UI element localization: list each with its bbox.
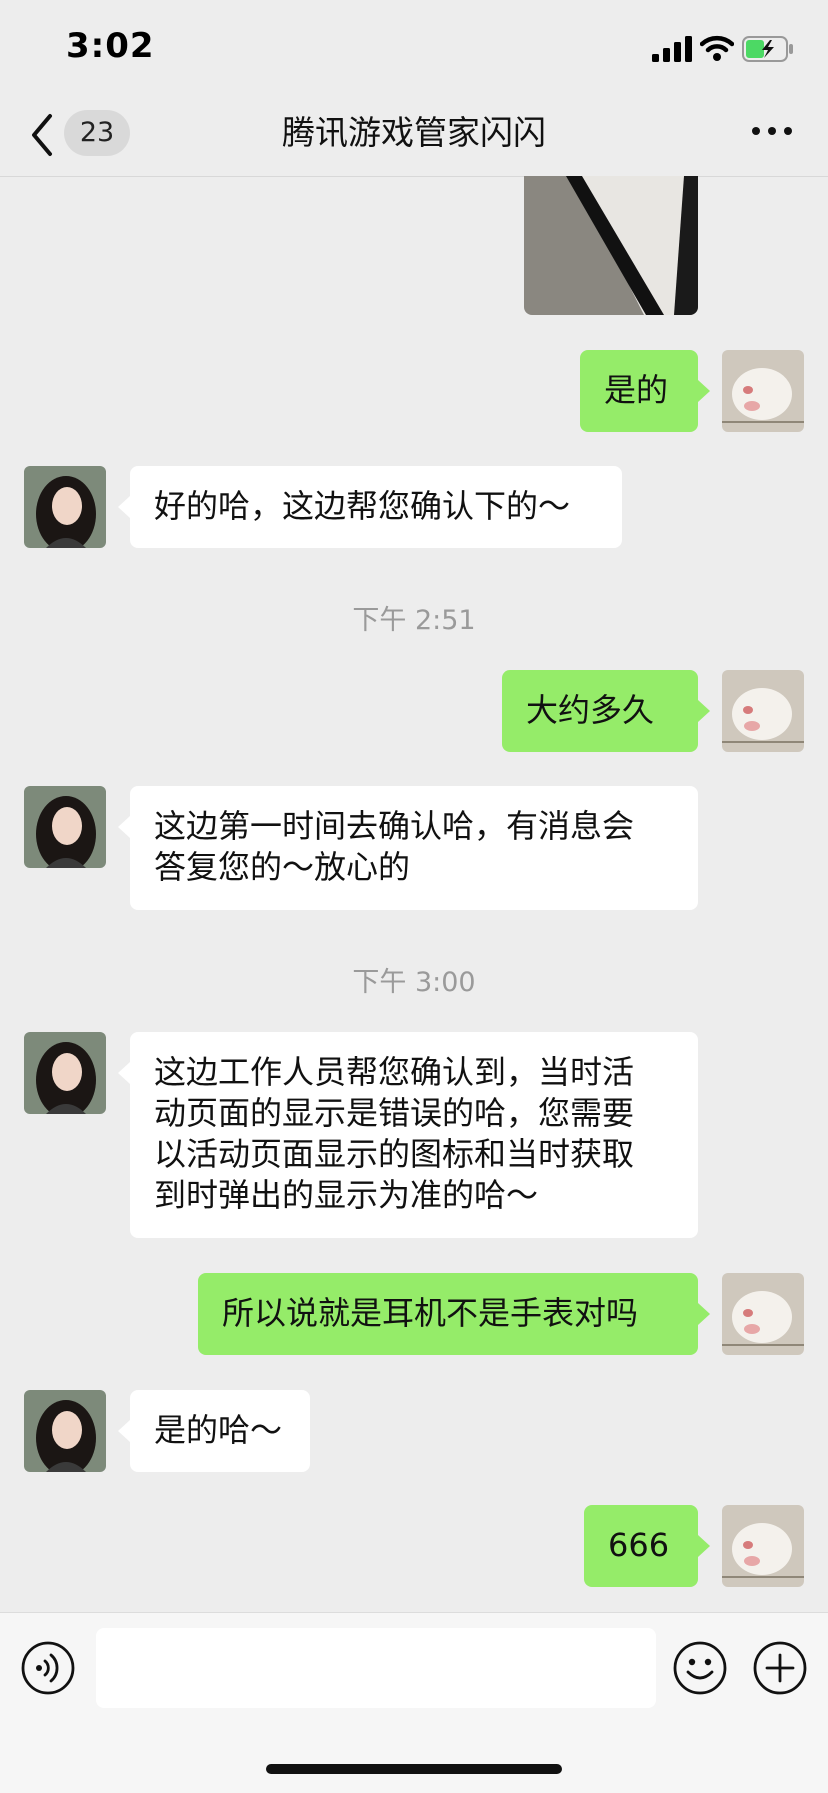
plus-icon[interactable] bbox=[752, 1640, 808, 1696]
photo-thumbnail bbox=[524, 176, 698, 315]
wifi-icon bbox=[700, 35, 734, 61]
my-avatar[interactable] bbox=[722, 1273, 804, 1355]
agent-avatar[interactable] bbox=[24, 1390, 106, 1472]
message-timestamp: 下午 3:00 bbox=[352, 967, 476, 998]
message-input[interactable] bbox=[96, 1628, 656, 1708]
agent-avatar[interactable] bbox=[24, 466, 106, 548]
my-avatar[interactable] bbox=[722, 1505, 804, 1587]
status-time: 3:02 bbox=[66, 26, 155, 66]
incoming-message[interactable]: 是的哈～ bbox=[118, 1390, 310, 1472]
battery-charging-icon bbox=[742, 36, 793, 62]
ellipsis-icon[interactable] bbox=[748, 116, 796, 146]
outgoing-message[interactable]: 是的 bbox=[580, 350, 710, 432]
emoji-icon[interactable] bbox=[672, 1640, 728, 1696]
message-timestamp: 下午 2:51 bbox=[352, 605, 476, 636]
incoming-message[interactable]: 这边工作人员帮您确认到，当时活 动页面的显示是错误的哈，您需要 以活动页面显示的… bbox=[118, 1032, 698, 1238]
outgoing-message[interactable]: 大约多久 bbox=[502, 670, 710, 752]
outgoing-message[interactable]: 所以说就是耳机不是手表对吗 bbox=[198, 1273, 710, 1355]
chat-title: 腾讯游戏管家闪闪 bbox=[282, 113, 546, 152]
my-avatar[interactable] bbox=[722, 670, 804, 752]
home-indicator bbox=[266, 1764, 562, 1774]
outgoing-message[interactable]: 666 bbox=[584, 1505, 710, 1587]
agent-avatar[interactable] bbox=[24, 1032, 106, 1114]
agent-avatar[interactable] bbox=[24, 786, 106, 868]
image-message[interactable] bbox=[524, 176, 698, 315]
cellular-signal-icon bbox=[652, 36, 692, 62]
incoming-message[interactable]: 好的哈，这边帮您确认下的～ bbox=[118, 466, 622, 548]
my-avatar[interactable] bbox=[722, 350, 804, 432]
voice-icon[interactable] bbox=[20, 1640, 76, 1696]
incoming-message[interactable]: 这边第一时间去确认哈，有消息会 答复您的～放心的 bbox=[118, 786, 698, 910]
